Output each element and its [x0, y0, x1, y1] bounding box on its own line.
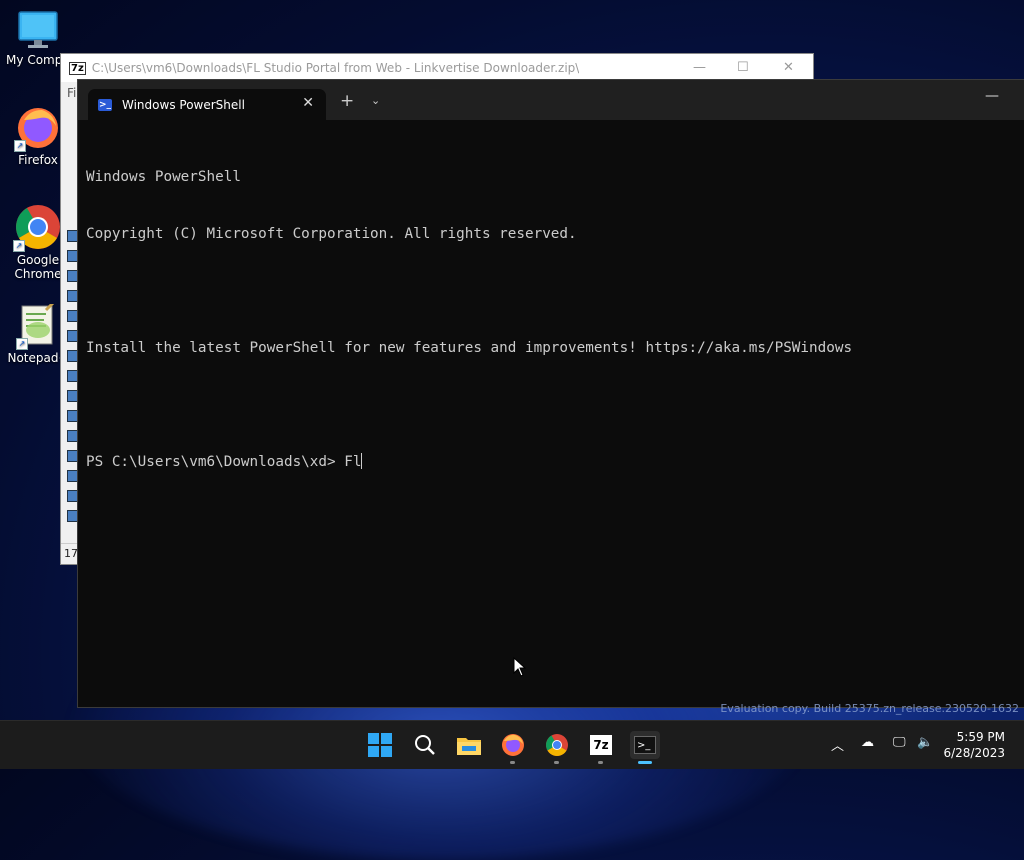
taskbar: 7z >_ ︿ ☁ 🖵 🔈 5:59 PM 6/28/2023 [0, 720, 1024, 769]
volume-icon[interactable]: 🔈 [917, 735, 933, 750]
tab-dropdown-chevron-icon[interactable]: ⌄ [371, 94, 380, 107]
show-hidden-icons-chevron-icon[interactable]: ︿ [831, 735, 844, 754]
7zip-title-icon: 7z [69, 61, 86, 75]
search-icon[interactable] [411, 731, 439, 759]
console-output[interactable]: Windows PowerShell Copyright (C) Microso… [86, 130, 1015, 510]
console-line: Install the latest PowerShell for new fe… [86, 340, 853, 356]
onedrive-icon[interactable]: ☁ [861, 735, 874, 750]
active-indicator [638, 761, 652, 764]
computer-icon [17, 10, 59, 50]
terminal-icon[interactable]: >_ [630, 731, 660, 759]
running-indicator [598, 761, 603, 764]
evaluation-watermark: Evaluation copy. Build 25375.zn_release.… [720, 702, 1019, 715]
shortcut-arrow-icon: ↗ [13, 240, 25, 252]
background-window-titlebar[interactable]: 7z C:\Users\vm6\Downloads\FL Studio Port… [61, 54, 813, 82]
minimize-button[interactable]: — [693, 60, 706, 75]
console-line: Windows PowerShell [86, 169, 241, 185]
network-icon[interactable]: 🖵 [893, 735, 906, 750]
file-explorer-icon[interactable] [455, 731, 483, 759]
running-indicator [554, 761, 559, 764]
terminal-minimize-button[interactable]: — [985, 88, 999, 104]
clock[interactable]: 5:59 PM 6/28/2023 [943, 729, 1005, 761]
firefox-icon[interactable] [499, 731, 527, 759]
terminal-tabbar[interactable]: >_ Windows PowerShell ✕ + ⌄ — [78, 80, 1024, 120]
background-window-title: C:\Users\vm6\Downloads\FL Studio Portal … [91, 61, 580, 75]
start-icon[interactable] [366, 731, 394, 759]
clock-date: 6/28/2023 [943, 746, 1005, 760]
prompt-line[interactable]: PS C:\Users\vm6\Downloads\xd> Fl [86, 453, 1015, 472]
prompt: PS C:\Users\vm6\Downloads\xd> [86, 454, 345, 470]
tab-title: Windows PowerShell [122, 97, 245, 112]
new-tab-button[interactable]: + [340, 91, 354, 111]
close-button[interactable]: ✕ [783, 60, 794, 75]
console-line: Copyright (C) Microsoft Corporation. All… [86, 226, 577, 242]
clock-time: 5:59 PM [956, 730, 1005, 744]
command-input[interactable]: Fl [344, 454, 361, 470]
shortcut-arrow-icon: ↗ [14, 140, 26, 152]
running-indicator [510, 761, 515, 764]
text-cursor [361, 453, 363, 469]
terminal-window[interactable]: >_ Windows PowerShell ✕ + ⌄ — Windows Po… [77, 79, 1024, 708]
chrome-icon[interactable] [543, 731, 571, 759]
chrome-icon: ↗ [13, 204, 61, 252]
tab-close-icon[interactable]: ✕ [302, 95, 314, 111]
shortcut-arrow-icon: ↗ [16, 338, 28, 350]
notepadpp-icon: ↗ [16, 300, 58, 350]
mouse-pointer-icon [513, 657, 527, 677]
firefox-icon: ↗ [14, 106, 60, 152]
powershell-icon: >_ [98, 98, 112, 111]
7zip-icon[interactable]: 7z [587, 731, 615, 759]
tab-windows-powershell[interactable]: >_ Windows PowerShell ✕ [88, 89, 326, 120]
maximize-button[interactable]: ☐ [737, 60, 749, 75]
